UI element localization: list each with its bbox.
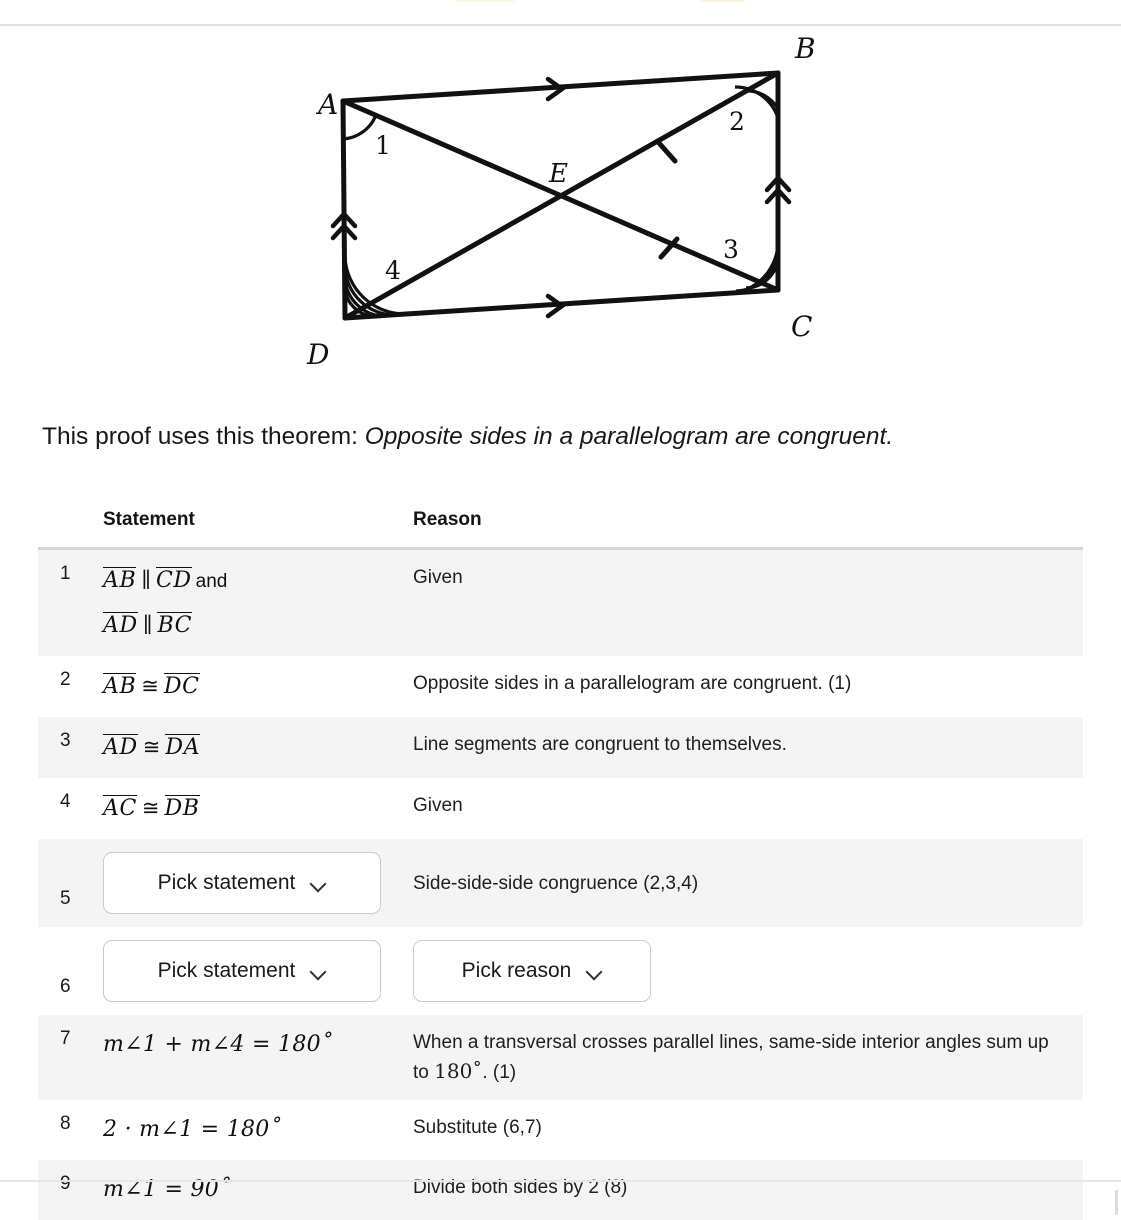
tick-mark-DB (656, 140, 678, 164)
table-row: 4 AC ≅ DB Given (38, 778, 1083, 839)
row-number: 4 (60, 791, 71, 812)
reason-math-value: 180˚ (434, 1059, 483, 1083)
row-number: 8 (60, 1113, 71, 1134)
row-statement: 2 · m∠1 = 180˚ (103, 1113, 413, 1147)
vertex-label-B: B (794, 32, 816, 65)
pick-reason-label: Pick reason (461, 959, 572, 982)
vertex-label-C: C (791, 310, 812, 343)
segment-ab: AB (103, 567, 137, 593)
table-row: 8 2 · m∠1 = 180˚ Substitute (6,7) (38, 1100, 1083, 1160)
angle-arc-A (342, 114, 378, 141)
angle-label-4: 4 (385, 256, 401, 285)
header-statement: Statement (103, 509, 195, 530)
proof-table-header: Statement Reason (38, 505, 1083, 547)
theorem-line: This proof uses this theorem: Opposite s… (42, 420, 1082, 454)
row-reason: Given (413, 795, 463, 816)
clipped-highlight-left (455, 0, 515, 2)
statement-formula: 2 · m∠1 = 180˚ (103, 1117, 281, 1142)
row-reason: Substitute (6,7) (413, 1117, 542, 1138)
segment-ac: AC (103, 795, 137, 821)
pick-reason-dropdown-row6[interactable]: Pick reason (413, 940, 651, 1002)
row-statement: AC ≅ DB (103, 791, 413, 826)
vertex-label-D: D (306, 338, 329, 371)
bottom-divider (0, 1180, 1121, 1182)
segment-dc: DC (163, 673, 200, 699)
chevron-down-icon (311, 876, 326, 891)
row-reason: Line segments are congruent to themselve… (413, 734, 787, 755)
row-number: 7 (60, 1028, 71, 1049)
congruent-op: ≅ (141, 796, 160, 820)
statement-formula: m∠1 + m∠4 = 180˚ (103, 1032, 333, 1057)
row-number: 6 (60, 976, 71, 997)
congruent-op: ≅ (141, 674, 159, 698)
angle-label-2: 2 (729, 107, 745, 136)
pick-statement-dropdown-row6[interactable]: Pick statement (103, 940, 381, 1002)
segment-ad: AD (103, 734, 138, 760)
pick-statement-label: Pick statement (157, 959, 296, 982)
table-row: 5 Pick statement Side-side-side congruen… (38, 839, 1083, 927)
reason-text-suffix: . (1) (482, 1062, 517, 1083)
table-row: 9 m∠1 = 90˚ Divide both sides by 2 (8) (38, 1160, 1083, 1220)
parallelogram-diagram-svg: A B C D E 1 2 3 4 (306, 32, 816, 371)
header-reason: Reason (413, 509, 482, 530)
table-row: 2 AB ≅ DC Opposite sides in a parallelogra… (38, 656, 1083, 717)
congruent-op: ≅ (142, 735, 161, 759)
vertex-label-E: E (548, 159, 568, 189)
parallel-op-2: ∥ (142, 613, 153, 637)
segment-db: DB (164, 795, 200, 821)
clipped-highlight-right (700, 0, 745, 2)
row-reason: Pick reason (413, 940, 1083, 1002)
row-reason: Divide both sides by 2 (8) (413, 1177, 628, 1198)
angle-label-3: 3 (723, 235, 739, 264)
pick-statement-label: Pick statement (157, 871, 296, 894)
row-reason: When a transversal crosses parallel line… (413, 1028, 1083, 1087)
table-row: 6 Pick statement Pick reason (38, 927, 1083, 1015)
table-row: 1 AB ∥ CD and AD ∥ BC Given (38, 550, 1083, 656)
row-statement: AB ≅ DC (103, 669, 413, 704)
row-number: 5 (60, 888, 71, 909)
segment-da: DA (165, 734, 201, 760)
top-chrome-strip (0, 0, 1121, 24)
chevron-down-icon (587, 964, 602, 979)
angle-label-1: 1 (375, 131, 391, 160)
row-number: 9 (60, 1173, 71, 1194)
row-statement: Pick statement (103, 852, 413, 914)
row-number: 3 (60, 730, 71, 751)
proof-table: Statement Reason 1 AB ∥ CD and AD ∥ BC Given … (38, 505, 1083, 1220)
row-reason: Opposite sides in a parallelogram are co… (413, 673, 852, 694)
row-statement: m∠1 = 90˚ (103, 1173, 413, 1207)
row-number: 2 (60, 669, 71, 690)
parallel-op: ∥ (141, 568, 151, 592)
row-number: 1 (60, 563, 71, 584)
table-row: 7 m∠1 + m∠4 = 180˚ When a transversal cr… (38, 1015, 1083, 1100)
pick-statement-dropdown-row5[interactable]: Pick statement (103, 852, 381, 914)
diagonal-DB (342, 70, 781, 321)
segment-cd: CD (155, 567, 192, 593)
row-statement: AD ≅ DA (103, 730, 413, 765)
segment-ab: AB (103, 673, 137, 699)
vertical-scrollbar-thumb[interactable] (1115, 1190, 1118, 1215)
segment-bc: BC (157, 612, 193, 638)
geometry-diagram: A B C D E 1 2 3 4 (0, 26, 1121, 386)
row-statement: AB ∥ CD and AD ∥ BC (103, 563, 413, 643)
statement-conjunction: and (195, 571, 228, 592)
theorem-statement: Opposite sides in a parallelogram are co… (364, 423, 894, 450)
theorem-prefix: This proof uses this theorem: (42, 423, 358, 450)
table-row: 3 AD ≅ DA Line segments are congruent to t… (38, 717, 1083, 778)
vertex-label-A: A (315, 88, 338, 121)
row-statement: m∠1 + m∠4 = 180˚ (103, 1028, 413, 1062)
statement-second-line: AD ∥ BC (103, 608, 413, 643)
segment-ad: AD (103, 612, 138, 638)
chevron-down-icon (311, 964, 326, 979)
row-statement: Pick statement (103, 940, 413, 1002)
row-reason: Side-side-side congruence (2,3,4) (413, 872, 699, 894)
row-reason: Given (413, 567, 463, 588)
